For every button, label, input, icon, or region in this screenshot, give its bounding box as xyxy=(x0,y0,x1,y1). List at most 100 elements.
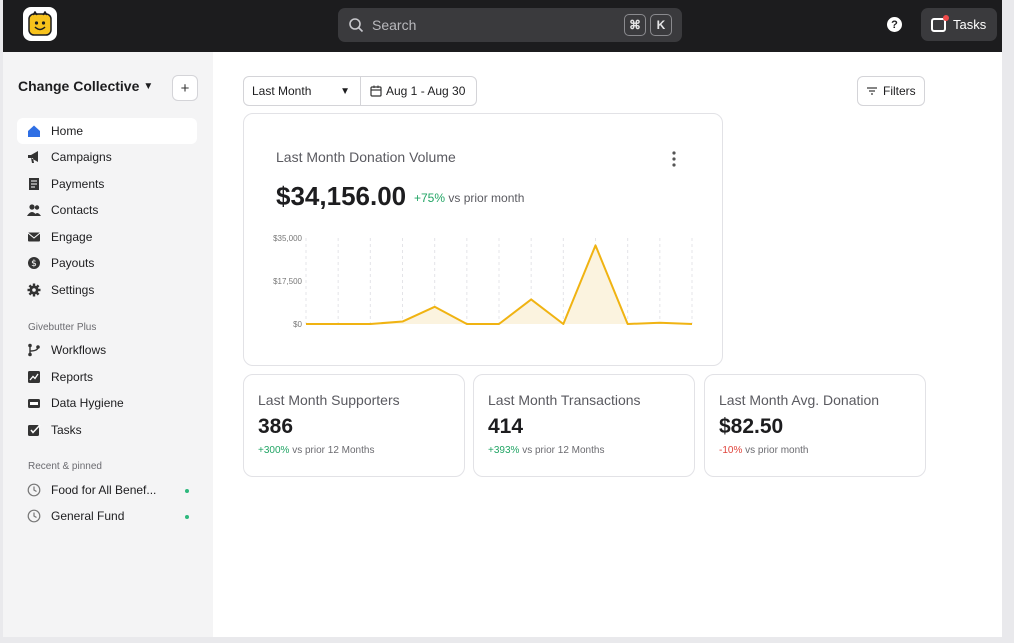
delta-percent: +75% xyxy=(414,191,446,205)
section-label-recent: Recent & pinned xyxy=(28,461,102,472)
home-icon xyxy=(28,125,40,137)
help-icon[interactable]: ? xyxy=(887,17,902,32)
donation-volume-card: Last Month Donation Volume $34,156.00 +7… xyxy=(243,113,723,366)
period-select[interactable]: Last Month ▼ xyxy=(243,76,361,106)
date-range-label: Aug 1 - Aug 30 xyxy=(386,84,466,98)
recent-item-label: Food for All Benef... xyxy=(51,483,157,497)
stat-value: 386 xyxy=(258,415,294,438)
sidebar-item-label: Data Hygiene xyxy=(51,396,124,410)
sidebar-item-label: Reports xyxy=(51,370,94,384)
logo-icon xyxy=(28,11,52,36)
sidebar-item-engage[interactable]: Engage xyxy=(17,224,197,250)
people-icon xyxy=(27,204,41,216)
y-tick-label: $0 xyxy=(293,320,302,329)
sidebar-item-label: Contacts xyxy=(51,203,99,217)
recent-item-food-for-all[interactable]: Food for All Benef... xyxy=(17,477,197,503)
app-window: Search ⌘ K ? Tasks Change Collective ▼ +… xyxy=(3,0,1002,637)
sidebar-item-label: Settings xyxy=(51,283,95,297)
sidebar-item-workflows[interactable]: Workflows xyxy=(17,337,197,363)
filters-button[interactable]: Filters xyxy=(857,76,925,106)
org-switcher[interactable]: Change Collective ▼ xyxy=(18,78,153,94)
card-title: Last Month Donation Volume xyxy=(276,149,456,165)
recent-item-general-fund[interactable]: General Fund xyxy=(17,503,197,529)
svg-text:$: $ xyxy=(31,259,37,269)
donation-volume-value: $34,156.00 xyxy=(276,181,407,211)
receipt-icon xyxy=(29,178,39,190)
workflow-icon xyxy=(28,343,40,357)
stat-delta: +300% vs prior 12 Months xyxy=(258,445,374,456)
delta-suffix: vs prior month xyxy=(742,445,809,456)
shortcut-cmd-key: ⌘ xyxy=(624,14,646,36)
more-options-icon[interactable] xyxy=(669,150,679,168)
y-tick-label: $35,000 xyxy=(273,234,302,243)
sidebar: Change Collective ▼ + Home Campaigns Pay… xyxy=(3,52,213,637)
delta-percent: +393% xyxy=(488,445,520,456)
delta-suffix: vs prior month xyxy=(445,191,525,205)
megaphone-icon xyxy=(28,151,38,163)
stat-value: $82.50 xyxy=(719,415,784,438)
stat-value: 414 xyxy=(488,415,524,438)
delta-suffix: vs prior 12 Months xyxy=(289,445,375,456)
checkbox-icon xyxy=(28,424,41,436)
top-bar: Search ⌘ K ? Tasks xyxy=(3,0,1002,52)
donation-volume-delta: +75% vs prior month xyxy=(414,191,524,205)
stat-delta: +393% vs prior 12 Months xyxy=(488,445,604,456)
date-range-button[interactable]: Aug 1 - Aug 30 xyxy=(360,76,477,106)
sidebar-item-reports[interactable]: Reports xyxy=(17,364,197,390)
sidebar-item-settings[interactable]: Settings xyxy=(17,277,197,303)
sidebar-item-home[interactable]: Home xyxy=(17,118,197,144)
sidebar-item-payments[interactable]: Payments xyxy=(17,171,197,197)
period-select-value: Last Month xyxy=(252,84,312,98)
add-button[interactable]: + xyxy=(172,75,198,101)
chart-icon xyxy=(28,371,40,383)
search-bar[interactable]: Search ⌘ K xyxy=(338,8,682,42)
y-tick-label: $17,500 xyxy=(273,277,302,286)
stat-title: Last Month Avg. Donation xyxy=(719,392,880,408)
org-name: Change Collective xyxy=(18,78,140,94)
sidebar-item-tasks[interactable]: Tasks xyxy=(17,417,197,443)
chevron-down-icon: ▼ xyxy=(143,80,154,92)
filters-label: Filters xyxy=(883,84,916,98)
recent-item-label: General Fund xyxy=(51,509,125,523)
delta-percent: +300% xyxy=(258,445,290,456)
stat-title: Last Month Supporters xyxy=(258,392,400,408)
sidebar-item-data-hygiene[interactable]: Data Hygiene xyxy=(17,390,197,416)
stat-delta: -10% vs prior month xyxy=(719,445,809,456)
stat-title: Last Month Transactions xyxy=(488,392,641,408)
sidebar-item-label: Payments xyxy=(51,177,105,191)
clock-icon xyxy=(27,509,41,523)
sidebar-item-label: Campaigns xyxy=(51,150,112,164)
app-logo[interactable] xyxy=(23,7,57,41)
status-dot xyxy=(185,515,189,519)
section-label-givebutter-plus: Givebutter Plus xyxy=(28,322,97,333)
stat-card-supporters: Last Month Supporters 386 +300% vs prior… xyxy=(243,374,465,477)
stat-card-avg-donation: Last Month Avg. Donation $82.50 -10% vs … xyxy=(704,374,926,477)
sidebar-item-label: Tasks xyxy=(51,423,82,437)
filter-icon xyxy=(867,87,877,95)
sidebar-item-label: Workflows xyxy=(51,343,107,357)
status-dot xyxy=(185,489,189,493)
sidebar-item-campaigns[interactable]: Campaigns xyxy=(17,144,197,170)
donation-volume-chart: $35,000 $17,500 $0 xyxy=(273,234,693,329)
sidebar-item-label: Home xyxy=(51,124,84,138)
tasks-icon xyxy=(931,14,949,32)
sidebar-item-label: Payouts xyxy=(51,256,95,270)
sidebar-item-payouts[interactable]: $ Payouts xyxy=(17,250,197,276)
search-placeholder: Search xyxy=(372,17,417,33)
stat-card-transactions: Last Month Transactions 414 +393% vs pri… xyxy=(473,374,695,477)
delta-suffix: vs prior 12 Months xyxy=(519,445,605,456)
clock-icon xyxy=(27,483,41,497)
gear-icon xyxy=(27,283,41,297)
shortcut-k-key: K xyxy=(650,14,672,36)
search-icon xyxy=(349,18,364,33)
tasks-button-label: Tasks xyxy=(953,17,987,32)
mail-icon xyxy=(27,232,41,242)
delta-percent: -10% xyxy=(719,445,743,456)
sidebar-item-label: Engage xyxy=(51,230,93,244)
broom-icon xyxy=(28,399,40,408)
calendar-icon xyxy=(370,85,382,97)
sidebar-item-contacts[interactable]: Contacts xyxy=(17,197,197,223)
tasks-button[interactable]: Tasks xyxy=(921,8,997,41)
dollar-icon: $ xyxy=(28,257,40,269)
chevron-down-icon: ▼ xyxy=(340,85,350,97)
